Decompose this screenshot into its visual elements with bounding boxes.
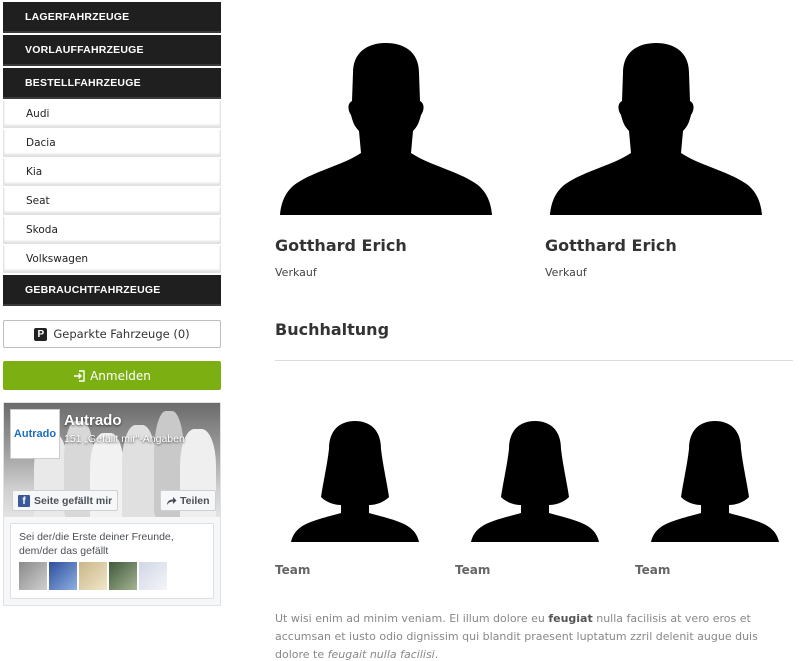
male-avatar-icon: [550, 43, 762, 215]
brand-item-volkswagen[interactable]: Volkswagen: [3, 246, 221, 273]
sidebar: LAGERFAHRZEUGE VORLAUFFAHRZEUGE BESTELLF…: [3, 2, 221, 308]
team-label: Team: [635, 563, 671, 577]
parking-icon: P: [34, 327, 48, 341]
staff-role: Verkauf: [275, 266, 317, 279]
nav-lagerfahrzeuge[interactable]: LAGERFAHRZEUGE: [3, 2, 221, 33]
like-label: Seite gefällt mir: [34, 494, 113, 507]
staff-name: Gotthard Erich: [545, 236, 677, 255]
facebook-page-name[interactable]: Autrado: [64, 412, 122, 429]
nav-bestellfahrzeuge[interactable]: BESTELLFAHRZEUGE: [3, 68, 221, 99]
nav-label: LAGERFAHRZEUGE: [25, 10, 130, 23]
brand-label: Skoda: [26, 224, 58, 236]
nav-label: BESTELLFAHRZEUGE: [25, 76, 141, 89]
staff-name: Gotthard Erich: [275, 236, 407, 255]
facebook-cover-photo: Autrado Autrado 151 „Gefällt mir“-Angabe…: [4, 403, 220, 517]
nav-vorlauffahrzeuge[interactable]: VORLAUFFAHRZEUGE: [3, 35, 221, 66]
nav-label: VORLAUFFAHRZEUGE: [25, 43, 144, 56]
nav-label: GEBRAUCHTFAHRZEUGE: [25, 283, 161, 296]
friend-thumbnail[interactable]: [19, 562, 47, 590]
friend-thumbnail[interactable]: [109, 562, 137, 590]
facebook-icon: f: [18, 494, 30, 507]
logo-text: Autrado: [13, 428, 57, 440]
facebook-page-widget: Autrado Autrado 151 „Gefällt mir“-Angabe…: [3, 402, 221, 606]
paragraph-italic: feugait nulla facilisi: [327, 648, 435, 661]
section-divider: [275, 360, 793, 361]
friends-text: Sei der/die Erste deiner Freunde, dem/de…: [19, 531, 174, 557]
paragraph-text: .: [434, 648, 439, 661]
sign-in-icon: [74, 369, 85, 382]
brand-item-seat[interactable]: Seat: [3, 188, 221, 215]
female-avatar-icon: [291, 421, 419, 542]
friend-thumbnail[interactable]: [49, 562, 77, 590]
autrado-logo[interactable]: Autrado: [10, 409, 60, 459]
brand-label: Dacia: [26, 137, 56, 149]
facebook-like-count: 151 „Gefällt mir“-Angaben: [64, 433, 185, 445]
parked-vehicles-button[interactable]: P Geparkte Fahrzeuge (0): [3, 320, 221, 348]
intro-paragraph: Ut wisi enim ad minim veniam. El illum d…: [275, 610, 790, 661]
brand-item-skoda[interactable]: Skoda: [3, 217, 221, 244]
male-avatar-icon: [280, 43, 492, 215]
female-avatar-icon: [471, 421, 599, 542]
brand-label: Audi: [26, 108, 50, 120]
paragraph-text: Ut wisi enim ad minim veniam. El illum d…: [275, 612, 549, 625]
brand-item-kia[interactable]: Kia: [3, 159, 221, 186]
brand-label: Volkswagen: [26, 253, 89, 265]
friend-thumbnail[interactable]: [79, 562, 107, 590]
brand-item-dacia[interactable]: Dacia: [3, 130, 221, 157]
female-avatar-icon: [651, 421, 779, 542]
team-label: Team: [455, 563, 491, 577]
facebook-like-button[interactable]: f Seite gefällt mir: [12, 490, 119, 511]
share-label: Teilen: [180, 494, 210, 507]
share-arrow-icon: [167, 496, 177, 505]
parked-label: Geparkte Fahrzeuge (0): [53, 327, 190, 341]
brand-label: Kia: [26, 166, 43, 178]
friend-thumbnails: [19, 562, 205, 590]
section-title-buchhaltung: Buchhaltung: [275, 320, 390, 339]
nav-gebrauchtfahrzeuge[interactable]: GEBRAUCHTFAHRZEUGE: [3, 275, 221, 306]
paragraph-bold: feugiat: [548, 612, 593, 625]
facebook-share-button[interactable]: Teilen: [160, 490, 216, 511]
login-label: Anmelden: [90, 368, 151, 383]
staff-role: Verkauf: [545, 266, 587, 279]
team-label: Team: [275, 563, 311, 577]
friend-thumbnail[interactable]: [139, 562, 167, 590]
facebook-friends-box: Sei der/die Erste deiner Freunde, dem/de…: [10, 523, 214, 599]
brand-item-audi[interactable]: Audi: [3, 101, 221, 128]
login-button[interactable]: Anmelden: [3, 361, 221, 390]
brand-label: Seat: [26, 195, 50, 207]
